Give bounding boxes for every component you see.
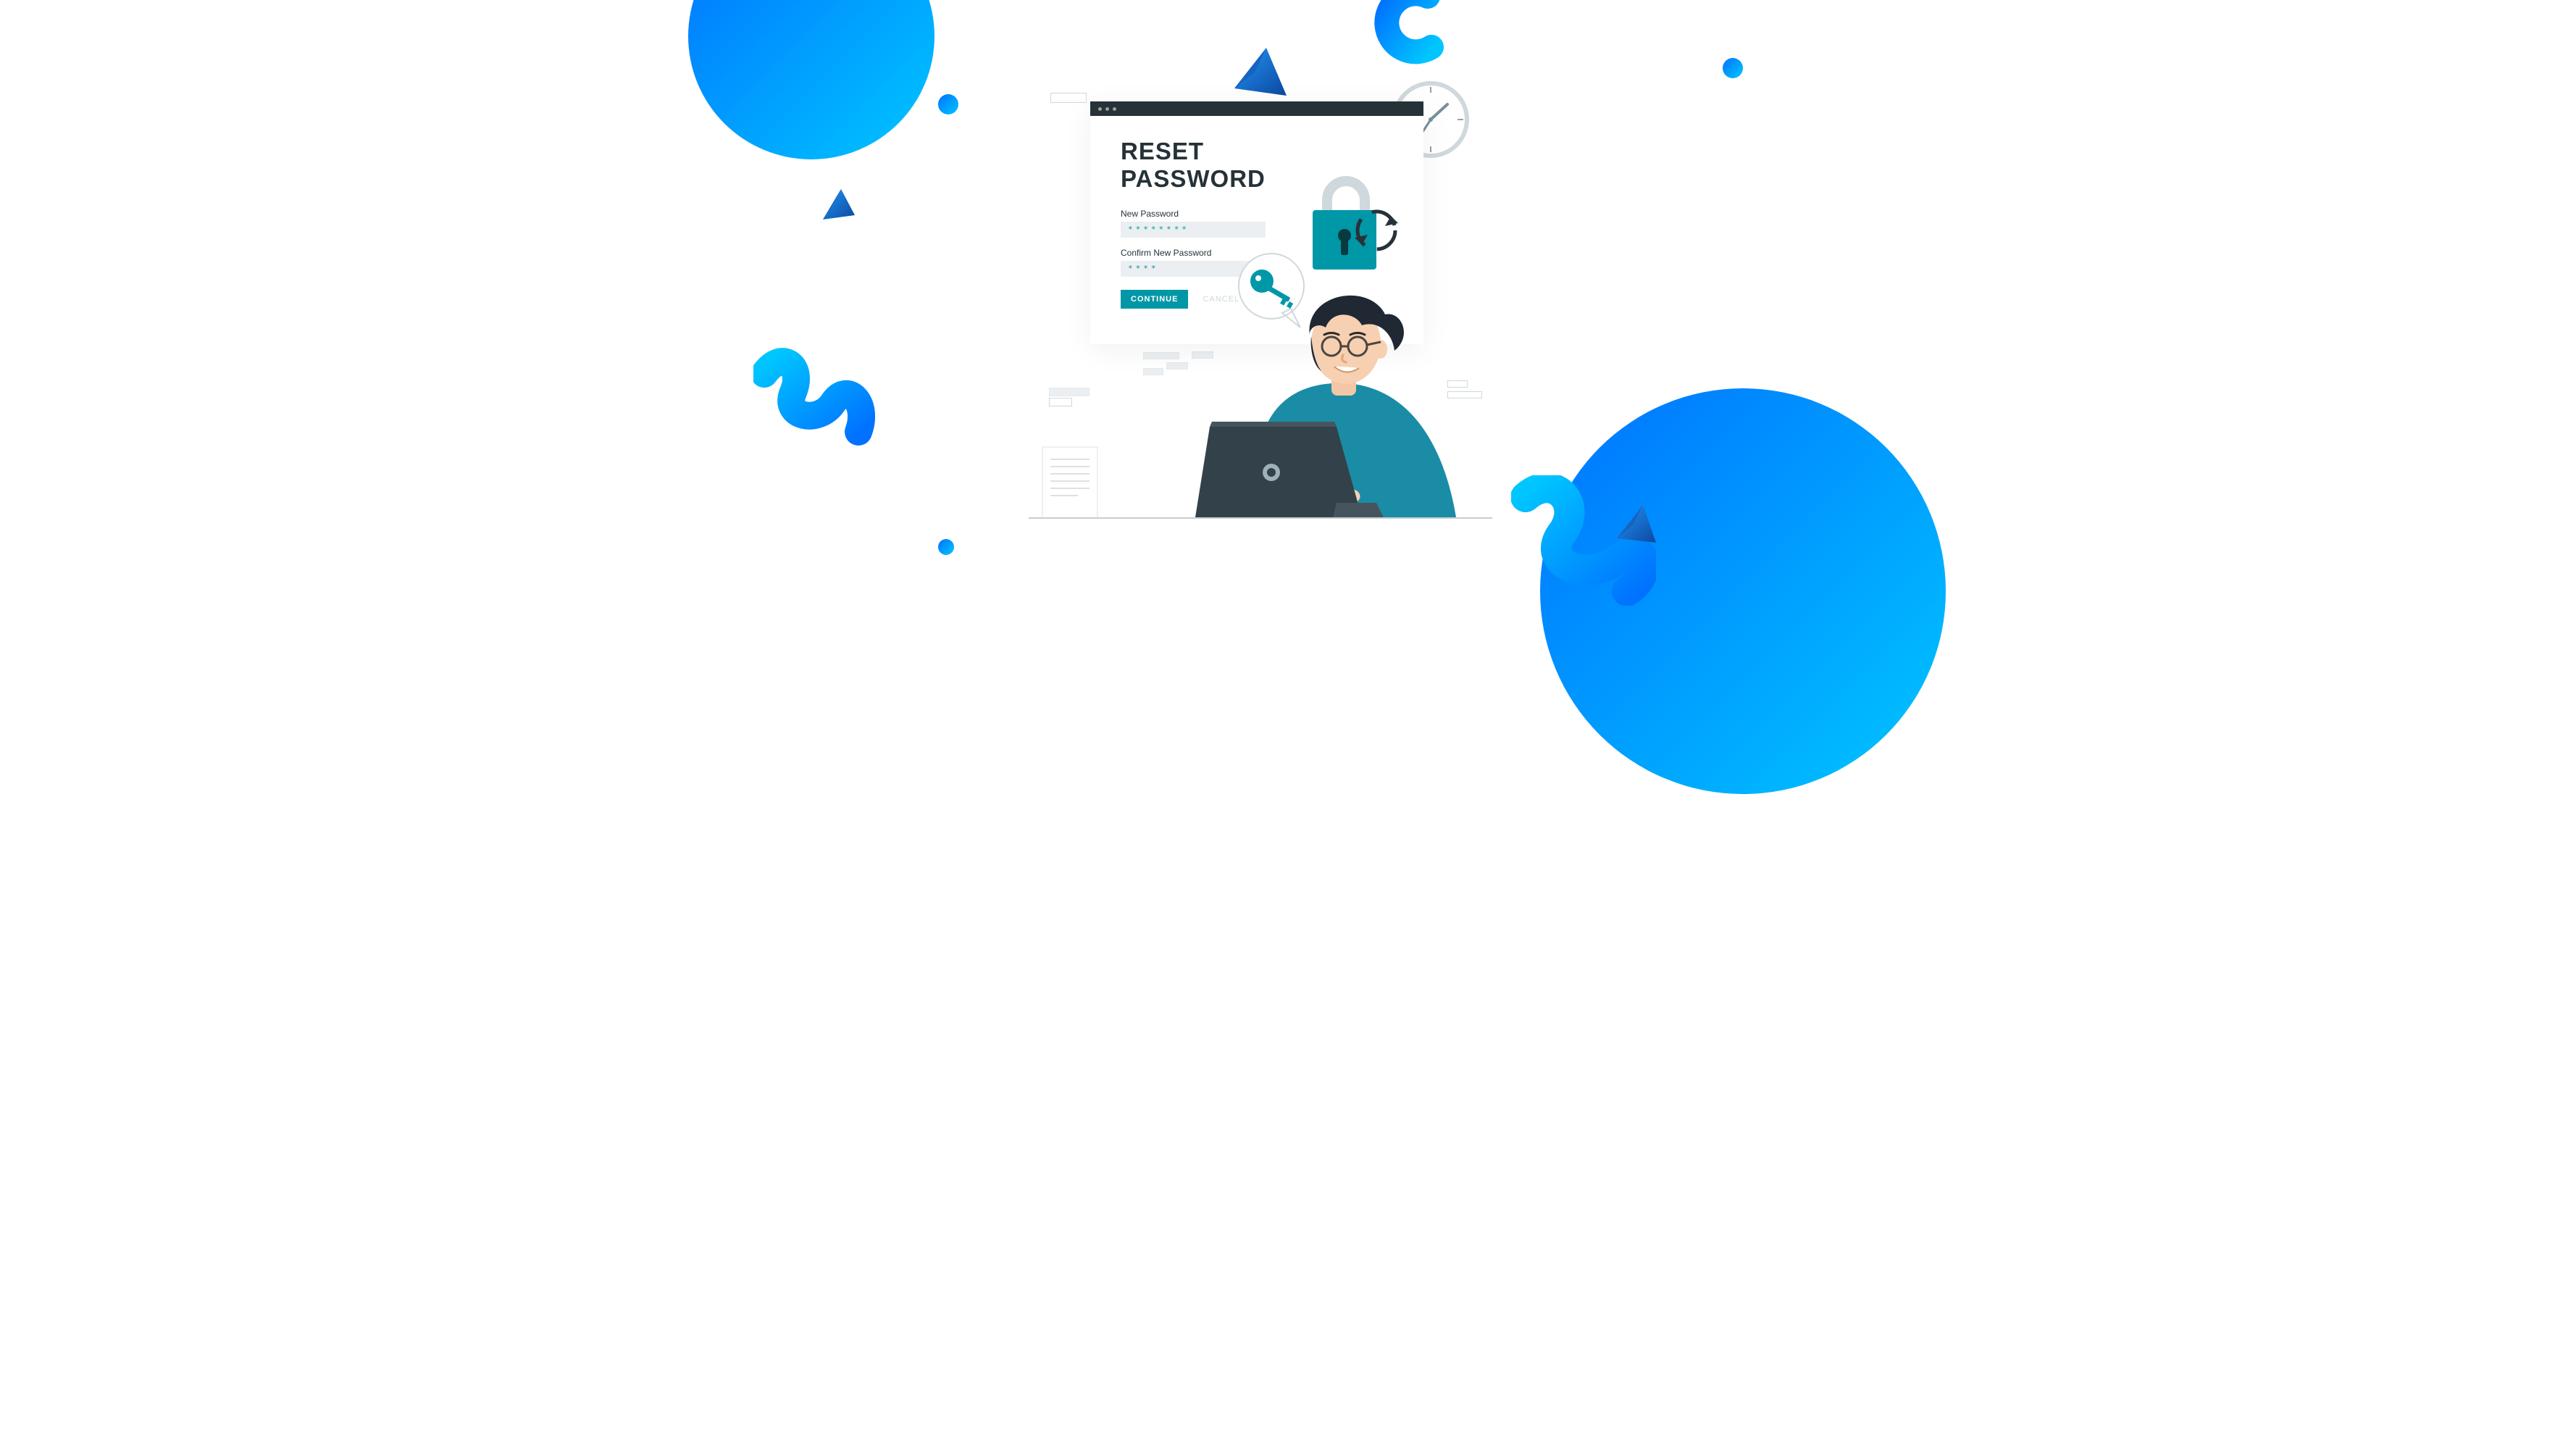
desk-line <box>1029 517 1492 519</box>
triangle-icon <box>817 185 861 225</box>
dot-decoration <box>938 539 954 555</box>
placeholder-box <box>1050 93 1087 103</box>
window-titlebar <box>1090 101 1423 116</box>
dot-decoration <box>1723 58 1743 78</box>
triangle-icon <box>1230 43 1295 101</box>
dot-decoration <box>938 94 958 114</box>
placeholder-box <box>1049 388 1090 396</box>
person-illustration <box>1152 242 1500 517</box>
placeholder-box <box>1049 398 1072 406</box>
squiggle-icon <box>753 345 877 461</box>
blob-top-left <box>688 0 934 159</box>
squiggle-icon <box>1359 0 1460 72</box>
document-icon <box>1042 446 1098 519</box>
new-password-field[interactable] <box>1121 222 1266 238</box>
titlebar-dot <box>1113 107 1116 111</box>
triangle-icon <box>1613 501 1663 548</box>
titlebar-dot <box>1105 107 1109 111</box>
titlebar-dot <box>1098 107 1102 111</box>
